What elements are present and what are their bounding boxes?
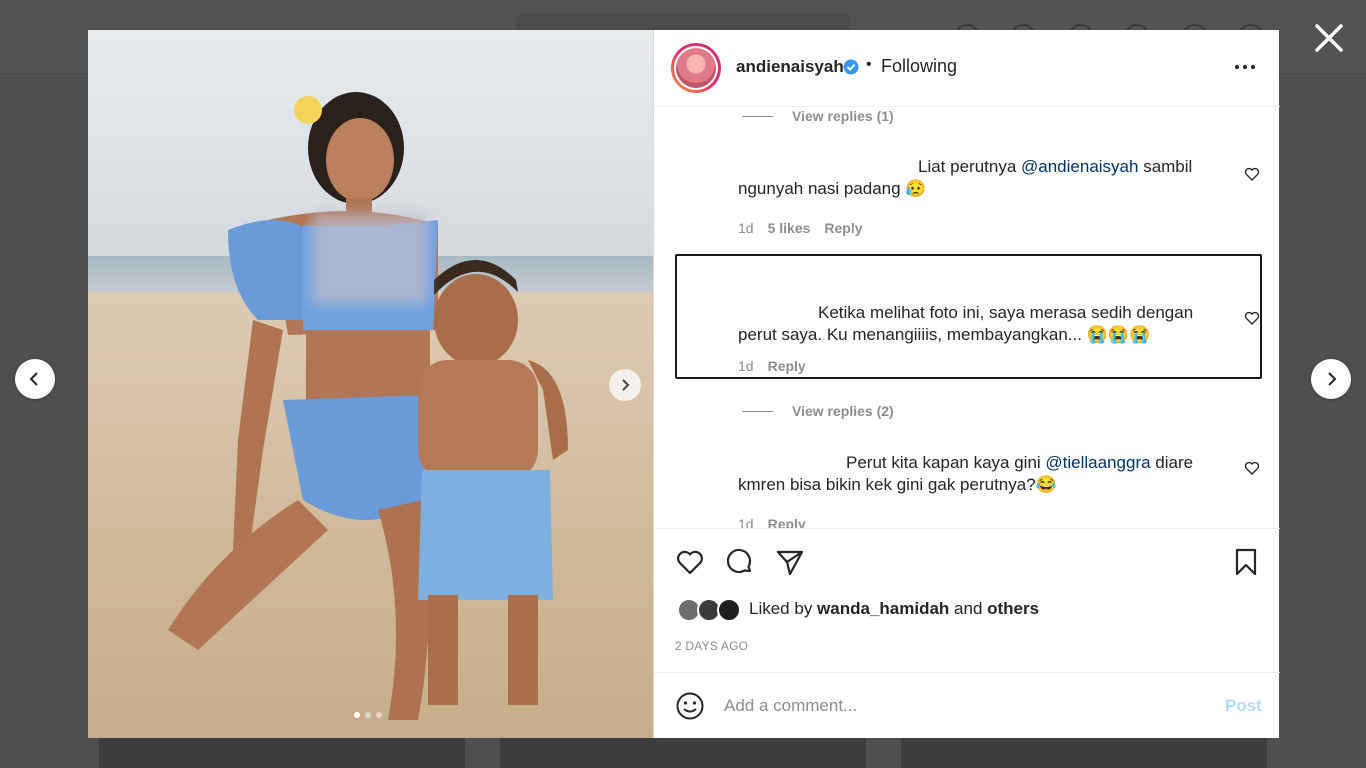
censor-blur: [312, 214, 428, 304]
comment-reply-button[interactable]: Reply: [824, 220, 862, 236]
emoji-icon[interactable]: [675, 691, 705, 721]
following-button[interactable]: Following: [881, 56, 957, 77]
verified-badge-icon: [843, 59, 859, 75]
like-heart-icon[interactable]: [675, 547, 705, 577]
post-comment-button[interactable]: Post: [1225, 696, 1262, 716]
post-date[interactable]: 2 DAYS AGO: [675, 639, 748, 653]
photo-figures: [168, 92, 568, 720]
comment-time: 1d: [738, 220, 754, 236]
comment-like-icon[interactable]: [1244, 460, 1260, 476]
post-photo[interactable]: [88, 30, 653, 738]
media-next-button[interactable]: [609, 369, 641, 401]
share-send-icon[interactable]: [775, 547, 805, 577]
comment-text: Liat perutnya @andienaisyah sambil nguny…: [738, 157, 1193, 198]
author-username[interactable]: andienaisyah: [736, 57, 844, 77]
carousel-dot[interactable]: [376, 712, 382, 718]
header-separator: •: [866, 56, 872, 73]
view-replies-button[interactable]: View replies (2): [792, 403, 894, 419]
close-icon: [1315, 24, 1343, 52]
chevron-left-icon: [29, 372, 38, 386]
comment-reply-button[interactable]: Reply: [768, 516, 806, 528]
comment-bubble-icon[interactable]: [725, 547, 755, 577]
next-post-button[interactable]: [1311, 359, 1351, 399]
liked-by-user-link[interactable]: wanda_hamidah: [817, 599, 949, 618]
close-button[interactable]: [1312, 20, 1346, 56]
liked-by-avatars[interactable]: [677, 598, 743, 622]
comment-time: 1d: [738, 358, 754, 374]
comment-text: Perut kita kapan kaya gini @tiellaanggra…: [738, 453, 1194, 494]
comment-time: 1d: [738, 516, 754, 528]
mention-link[interactable]: @andienaisyah: [1021, 157, 1138, 176]
comment-reply-button[interactable]: Reply: [768, 358, 806, 374]
carousel-dot[interactable]: [354, 712, 360, 718]
post-side-panel: andienaisyah • Following View replies (1…: [653, 30, 1280, 738]
comment-meta: 1d 5 likes Reply: [738, 220, 863, 236]
avatar: [717, 598, 741, 622]
save-bookmark-icon[interactable]: [1231, 547, 1261, 577]
comment-meta: 1d Reply: [738, 358, 806, 374]
carousel-dot[interactable]: [365, 712, 371, 718]
add-comment-bar: Post: [654, 672, 1280, 738]
comment-text: Ketika melihat foto ini, saya merasa sed…: [738, 303, 1194, 344]
carousel-dots: [354, 712, 382, 718]
liked-by-others-link[interactable]: others: [987, 599, 1039, 618]
replies-divider: [742, 116, 773, 117]
post-header: andienaisyah • Following: [654, 30, 1280, 107]
mention-link[interactable]: @tiellaanggra: [1045, 453, 1150, 472]
post-modal: andienaisyah • Following View replies (1…: [88, 30, 1280, 738]
comment-like-icon[interactable]: [1244, 310, 1260, 326]
comment-meta: 1d Reply: [738, 516, 806, 528]
post-actions: Liked by wanda_hamidah and others 2 DAYS…: [654, 528, 1280, 672]
liked-by-text: Liked by wanda_hamidah and others: [749, 599, 1040, 618]
comment-input[interactable]: [724, 693, 1204, 719]
comment-like-icon[interactable]: [1244, 166, 1260, 182]
chevron-right-icon: [622, 379, 630, 391]
view-replies-button[interactable]: View replies (1): [792, 108, 894, 124]
chevron-right-icon: [1328, 372, 1337, 386]
comment-likes[interactable]: 5 likes: [768, 220, 811, 236]
author-avatar[interactable]: [671, 43, 721, 93]
more-options-icon[interactable]: [1231, 55, 1259, 79]
replies-divider: [742, 411, 773, 412]
comments-list[interactable]: View replies (1) Liat perutnya @andienai…: [654, 108, 1280, 528]
previous-post-button[interactable]: [15, 359, 55, 399]
